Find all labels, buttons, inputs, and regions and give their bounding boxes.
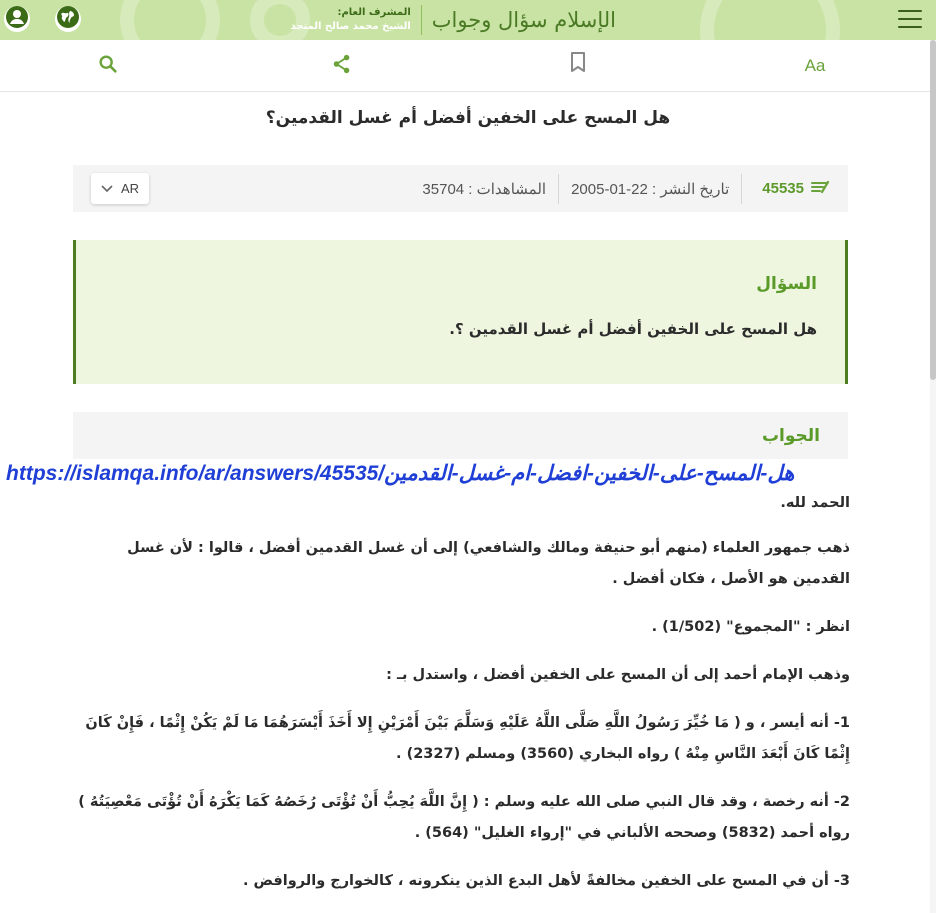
share-icon [331,53,353,79]
share-button[interactable] [327,52,357,80]
question-heading: السؤال [756,274,817,294]
menu-button[interactable] [898,10,922,28]
user-account-button[interactable] [4,6,30,32]
page-title: هل المسح على الخفين أفضل أم غسل القدمين؟ [265,108,671,128]
answer-paragraph: وذهب الإمام أحمد إلى أن المسح على الخفين… [386,667,850,683]
question-box: السؤال هل المسح على الخفين أفضل أم غسل ا… [73,240,848,384]
site-logo[interactable]: الإسلام سؤال وجواب المشرف العام: الشيخ م… [290,1,617,39]
meta-divider [558,173,560,204]
top-header: الإسلام سؤال وجواب المشرف العام: الشيخ م… [0,0,936,40]
answer-paragraph: ذهب جمهور العلماء (منهم أبو حنيفة ومالك … [127,540,850,587]
question-text: هل المسح على الخفين أفضل أم غسل القدمين … [449,320,817,338]
menu-icon-line [898,18,922,20]
article-number-icon [810,179,830,199]
scrollbar-thumb[interactable] [930,40,936,380]
meta-divider [741,173,743,204]
logo-text: الإسلام سؤال وجواب [431,8,617,32]
answer-paragraph: 3- أن في المسح على الخفين مخالفةً لأهل ا… [242,873,850,889]
supervisor-name: الشيخ محمد صالح المنجد [290,21,411,32]
article-toolbar: Aa [0,40,936,92]
answer-paragraph: الحمد لله. [780,495,850,511]
article-number[interactable]: 45535 [752,179,830,199]
language-globe-button[interactable] [55,6,81,32]
header-pattern [700,0,840,40]
answer-heading: الجواب [73,412,848,459]
answer-paragraph: 1- أنه أيسر ، و ( مَا خُيِّرَ رَسُولُ ال… [85,715,850,762]
supervisor-info: المشرف العام: الشيخ محمد صالح المنجد [290,6,410,34]
bookmark-button[interactable] [563,50,593,78]
supervisor-label: المشرف العام: [337,7,411,18]
menu-icon-line [898,26,922,28]
article-meta: 45535 تاريخ النشر : 22-01-2005 المشاهدات… [73,165,848,212]
font-size-button[interactable]: Aa [799,52,831,80]
search-button[interactable] [93,52,123,80]
search-icon [97,53,119,79]
language-select[interactable]: AR [91,173,149,204]
language-value: AR [120,181,140,196]
url-watermark: https://islamqa.info/ar/answers/45535/هل… [6,462,795,485]
globe-icon [56,5,80,33]
logo-divider [420,5,422,35]
view-count: المشاهدات : 35704 [422,180,547,198]
answer-paragraph: 2- أنه رخصة ، وقد قال النبي صلى الله علي… [78,794,850,841]
header-pattern [120,0,220,40]
answer-body: الحمد لله. ذهب جمهور العلماء (منهم أبو ح… [73,488,850,913]
publish-date: تاريخ النشر : 22-01-2005 [571,180,730,198]
bookmark-icon [568,50,588,78]
answer-paragraph: انظر : "المجموع" (1/502) . [651,619,850,635]
article-number-value: 45535 [762,180,804,197]
user-icon [5,5,29,33]
menu-icon-line [898,10,922,12]
chevron-down-icon [101,181,113,196]
